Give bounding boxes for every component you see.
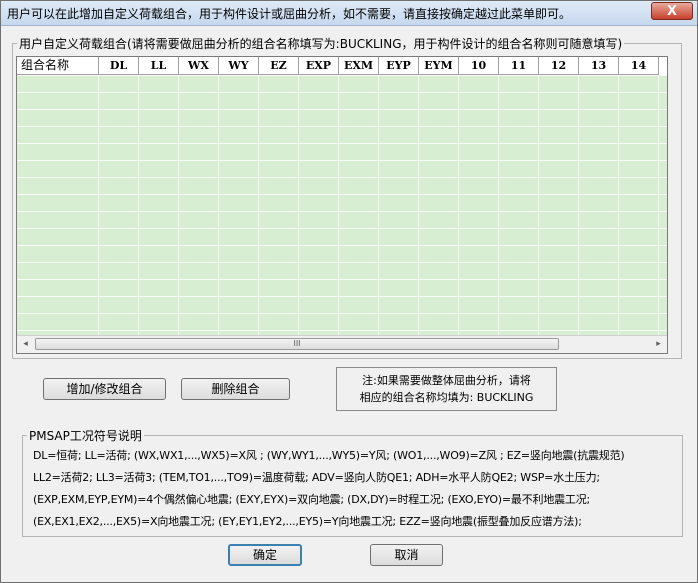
- dialog-window: 用户可以在此增加自定义荷载组合，用于构件设计或屈曲分析，如不需要，请直接按确定越…: [0, 0, 698, 583]
- grid-column-header[interactable]: 14: [619, 57, 659, 75]
- horizontal-scrollbar[interactable]: ◂ III ▸: [17, 335, 667, 353]
- grid-column-lines: [17, 75, 667, 335]
- grid-column-divider: [298, 75, 299, 335]
- grid-column-header[interactable]: WY: [219, 57, 259, 75]
- note-line-2: 相应的组合名称均填为: BUCKLING: [359, 391, 534, 404]
- grid-column-header[interactable]: 10: [459, 57, 499, 75]
- grid-column-divider: [618, 75, 619, 335]
- grid-column-header[interactable]: EXM: [339, 57, 379, 75]
- scroll-thumb[interactable]: III: [35, 338, 559, 350]
- grid-column-header[interactable]: 11: [499, 57, 539, 75]
- grid-column-header[interactable]: 组合名称: [17, 57, 99, 75]
- title-bar[interactable]: 用户可以在此增加自定义荷载组合，用于构件设计或屈曲分析，如不需要，请直接按确定越…: [1, 1, 697, 26]
- grid-column-header[interactable]: EYP: [379, 57, 419, 75]
- grid-column-header[interactable]: DL: [99, 57, 139, 75]
- grid-column-divider: [418, 75, 419, 335]
- scroll-left-arrow-icon[interactable]: ◂: [17, 336, 34, 353]
- note-line-1: 注:如果需要做整体屈曲分析，请将: [362, 374, 531, 387]
- grid-column-header[interactable]: EXP: [299, 57, 339, 75]
- grid-column-divider: [538, 75, 539, 335]
- grid-column-divider: [658, 75, 659, 335]
- grid-column-header[interactable]: WX: [179, 57, 219, 75]
- combo-grid[interactable]: 组合名称 DL LL WX WY EZ EXP EXM EYP EYM 10 11 12 13 14 ◂ I…: [16, 56, 668, 354]
- cancel-button[interactable]: 取消: [370, 544, 443, 566]
- symbol-line-3: (EXP,EXM,EYP,EYM)=4个偶然偏心地震; (EXY,EYX)=双向…: [33, 493, 591, 506]
- grid-column-divider: [218, 75, 219, 335]
- grid-column-header[interactable]: EZ: [259, 57, 299, 75]
- grid-column-divider: [458, 75, 459, 335]
- grid-column-divider: [578, 75, 579, 335]
- ok-button[interactable]: 确定: [228, 544, 302, 566]
- close-button[interactable]: X: [651, 2, 693, 20]
- add-modify-combo-button[interactable]: 增加/修改组合: [43, 378, 166, 400]
- grid-column-divider: [338, 75, 339, 335]
- grid-column-header[interactable]: EYM: [419, 57, 459, 75]
- grid-column-header[interactable]: 12: [539, 57, 579, 75]
- symbols-groupbox-legend: PMSAP工况符号说明: [29, 429, 142, 443]
- grid-header: 组合名称 DL LL WX WY EZ EXP EXM EYP EYM 10 11 12 13 14: [17, 57, 659, 75]
- symbol-line-1: DL=恒荷; LL=活荷; (WX,WX1,...,WX5)=X风 ; (WY,…: [33, 449, 625, 462]
- window-title: 用户可以在此增加自定义荷载组合，用于构件设计或屈曲分析，如不需要，请直接按确定越…: [7, 7, 572, 21]
- grid-column-divider: [138, 75, 139, 335]
- buckling-note: 注:如果需要做整体屈曲分析，请将 相应的组合名称均填为: BUCKLING: [336, 367, 557, 411]
- grid-column-divider: [258, 75, 259, 335]
- grid-column-divider: [498, 75, 499, 335]
- scroll-right-arrow-icon[interactable]: ▸: [650, 336, 667, 353]
- symbol-line-2: LL2=活荷2; LL3=活荷3; (TEM,TO1,...,TO9)=温度荷载…: [33, 471, 600, 484]
- grid-column-divider: [98, 75, 99, 335]
- grid-column-header[interactable]: 13: [579, 57, 619, 75]
- grid-column-divider: [378, 75, 379, 335]
- grid-column-divider: [178, 75, 179, 335]
- grid-column-header[interactable]: LL: [139, 57, 179, 75]
- symbol-line-4: (EX,EX1,EX2,...,EX5)=X向地震工况; (EY,EY1,EY2…: [33, 515, 582, 528]
- symbol-descriptions: DL=恒荷; LL=活荷; (WX,WX1,...,WX5)=X风 ; (WY,…: [33, 445, 683, 533]
- combo-groupbox-legend: 用户自定义荷载组合(请将需要做屈曲分析的组合名称填写为:BUCKLING，用于构…: [19, 37, 623, 51]
- delete-combo-button[interactable]: 删除组合: [181, 378, 290, 400]
